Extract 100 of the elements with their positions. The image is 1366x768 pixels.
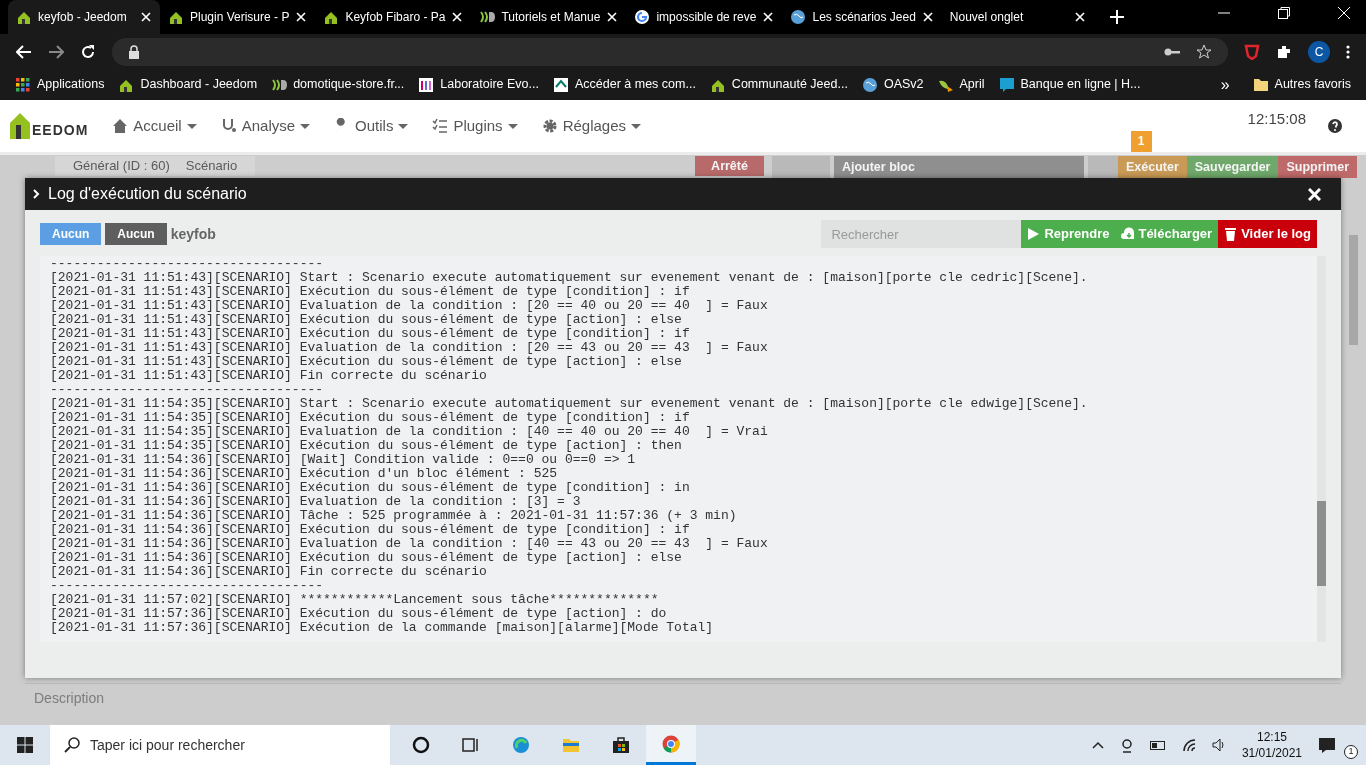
browser-tab[interactable]: Nouvel onglet [941, 0, 1094, 34]
log-line: [2021-01-31 11:51:43][SCENARIO] Start : Scenario execute automatiquement sur evenement venant de : [maison][porte cle cedric][Scene]. [49, 271, 1089, 285]
tab[interactable]: Scénario [177, 156, 246, 176]
close-icon [451, 11, 464, 23]
log-line: [2021-01-31 11:54:35][SCENARIO] Start : Scenario execute automatiquement sur evenement venant de : [maison][porte cle edwige][Scene]. [49, 397, 1089, 411]
browser-tab[interactable]: Plugin Verisure - P [160, 0, 316, 34]
more-bookmarks-button[interactable]: » [1220, 72, 1230, 97]
menu-icon [1346, 44, 1350, 59]
browser-tab[interactable]: Keyfob Fibaro - Pa [315, 0, 472, 34]
log-line: [2021-01-31 11:54:36][SCENARIO] Exécution du sous-élément de type [condition] : in [49, 481, 691, 495]
chrome-icon [662, 734, 680, 753]
bookmark-folder[interactable]: Autres favoris [1245, 75, 1358, 94]
settings-icon [541, 118, 558, 134]
nav-menu[interactable]: Analyse [220, 114, 311, 138]
bookmark[interactable]: Banque en ligne | H... [991, 75, 1148, 94]
log-line: ----------------------------------- [49, 579, 325, 593]
nav-menu[interactable]: Accueil [112, 114, 197, 138]
log-line: [2021-01-31 11:57:36][SCENARIO] Exécution de la commande [maison][alarme][Mode Total] [49, 621, 715, 635]
house-icon [8, 111, 32, 141]
close-icon [140, 11, 152, 23]
browser-tab[interactable]: Tutoriels et Manue [471, 0, 627, 34]
bookmark[interactable]: Dashboard - Jeedom [111, 75, 265, 94]
log-line: [2021-01-31 11:54:35][SCENARIO] Exécution du sous-élément de type [condition] : if [49, 411, 691, 425]
play-icon [1027, 227, 1041, 241]
reload-icon [80, 43, 96, 60]
log-line: [2021-01-31 11:54:36][SCENARIO] Exécution du sous-élément de type [condition] : if [49, 523, 691, 537]
back-icon [16, 43, 32, 60]
close-icon [606, 11, 619, 23]
log-line: [2021-01-31 11:51:43][SCENARIO] Evaluation de la condition : [20 == 43 ou 20 == 43 ] = Faux [49, 341, 769, 355]
bank-icon [553, 76, 569, 93]
wifi-icon [1181, 738, 1196, 752]
volume-icon [1211, 738, 1226, 752]
browser-tab[interactable]: Les scénarios Jeed [782, 0, 942, 34]
stethoscope-icon [220, 118, 237, 134]
scrollbar-thumb[interactable] [1317, 501, 1326, 586]
bookmark[interactable]: April [930, 75, 992, 94]
log-line: [2021-01-31 11:57:02][SCENARIO] ************Lancement sous tâche************** [49, 593, 660, 607]
chat-icon [998, 76, 1015, 93]
notification-button[interactable] [1318, 736, 1336, 754]
brand-icon [479, 9, 496, 25]
folder-icon [1252, 76, 1269, 93]
bookmark[interactable]: Communauté Jeed... [702, 75, 855, 94]
star-icon [1196, 43, 1212, 60]
house-icon [16, 9, 32, 25]
caret-icon [631, 123, 641, 129]
bookmark[interactable]: OASv2 [854, 75, 931, 94]
globe-icon [861, 76, 878, 93]
scenario-name: keyfob [170, 224, 216, 244]
shield-icon [1244, 43, 1260, 60]
circle-icon [412, 736, 430, 754]
globe-icon [790, 9, 807, 25]
webcam-icon [1119, 737, 1134, 753]
search-icon [64, 737, 80, 753]
log-line: ----------------------------------- [49, 257, 325, 271]
edge-icon [512, 736, 530, 754]
log-line: [2021-01-31 11:54:36][SCENARIO] Evaluation de la condition : [3] = 3 [49, 495, 582, 509]
modal-title: Log d'exécution du scénario [48, 184, 247, 204]
close-icon [921, 11, 934, 23]
caret-icon [300, 123, 311, 129]
new-tab-icon [1109, 10, 1124, 25]
bookmark[interactable]: Laboratoire Evo... [411, 75, 546, 94]
filter-button[interactable]: Aucun [105, 223, 167, 245]
scrollbar[interactable] [1317, 256, 1326, 642]
log-line: [2021-01-31 11:54:36][SCENARIO] Evaluation de la condition : [40 == 43 ou 20 == 43 ] = Faux [49, 537, 769, 551]
bookmark[interactable]: domotique-store.fr... [264, 75, 412, 94]
log-line: [2021-01-31 11:51:43][SCENARIO] Fin correcte du scénario [49, 369, 488, 383]
bookmark[interactable]: Accéder à mes com... [546, 75, 703, 94]
search-field[interactable]: Rechercher [821, 220, 1022, 248]
log-line: [2021-01-31 11:54:36][SCENARIO] Fin correcte du scénario [49, 565, 488, 579]
taskbar-search[interactable]: Taper ici pour rechercher [50, 725, 390, 765]
checklist-icon [432, 118, 449, 134]
close-icon [762, 11, 775, 23]
log-line: [2021-01-31 11:54:36][SCENARIO] Tâche : 525 programmée à : 2021-01-31 11:57:36 (+ 3 min) [49, 509, 738, 523]
log-line: [2021-01-31 11:54:36][SCENARIO] Exécution du sous-élément de type [action] : else [49, 551, 683, 565]
house-icon [323, 9, 340, 25]
tab[interactable]: Général (ID : 60) [65, 156, 178, 176]
close-icon [1073, 11, 1086, 23]
scrollbar-thumb[interactable] [1349, 235, 1358, 345]
tubes-icon [418, 76, 435, 93]
log-line: [2021-01-31 11:54:35][SCENARIO] Exécution du sous-élément de type [action] : then [49, 439, 683, 453]
log-line: [2021-01-31 11:51:43][SCENARIO] Exécution du sous-élément de type [condition] : if [49, 285, 691, 299]
nav-menu[interactable]: Outils [334, 114, 409, 138]
action-button[interactable]: Vider le log [1218, 220, 1317, 248]
house-icon [168, 9, 184, 25]
profile-avatar[interactable]: C [1308, 40, 1330, 63]
folder-icon [562, 736, 580, 754]
chevron-up-icon [1091, 741, 1104, 749]
help-icon [1328, 119, 1342, 133]
google-icon [634, 9, 651, 25]
browser-tab[interactable]: keyfob - Jeedom [8, 0, 160, 34]
taskbar-time: 12:15 [1256, 729, 1287, 745]
home-icon [112, 118, 129, 134]
forward-icon [48, 43, 64, 60]
close-icon [295, 11, 308, 23]
notification-count: 1 [1344, 745, 1358, 759]
taskbar-date: 31/01/2021 [1241, 745, 1302, 761]
browser-tab[interactable]: impossible de reve [626, 0, 783, 34]
nav-menu[interactable]: Plugins [432, 114, 518, 138]
nav-menu[interactable]: Réglages [541, 114, 641, 138]
bookmark[interactable]: Applications [8, 75, 112, 94]
